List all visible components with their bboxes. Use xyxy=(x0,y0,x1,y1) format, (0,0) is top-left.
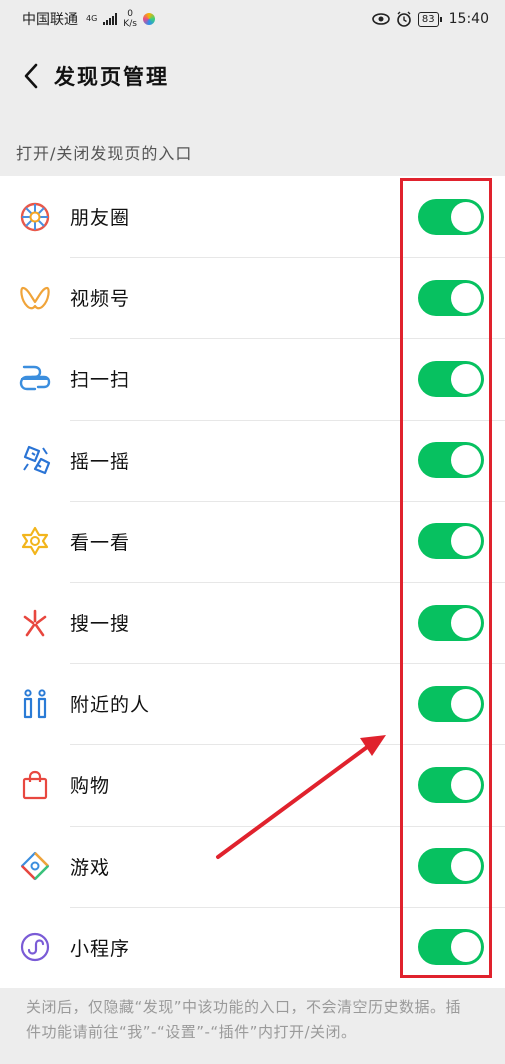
annotation-arrow-icon xyxy=(216,735,386,859)
